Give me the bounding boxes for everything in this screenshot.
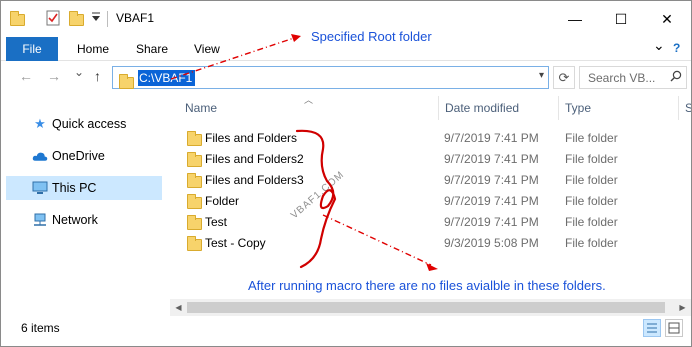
note-arrow	[322, 214, 432, 266]
file-explorer-window: VBAF1 — ☐ ✕ File Home Share View ⌄ ? ← →…	[0, 0, 692, 347]
root-folder-arrow	[170, 37, 295, 80]
bracket-scribble	[295, 129, 337, 269]
annotation-overlay	[170, 34, 438, 271]
root-arrowhead	[291, 34, 301, 42]
note-arrowhead	[426, 263, 438, 271]
